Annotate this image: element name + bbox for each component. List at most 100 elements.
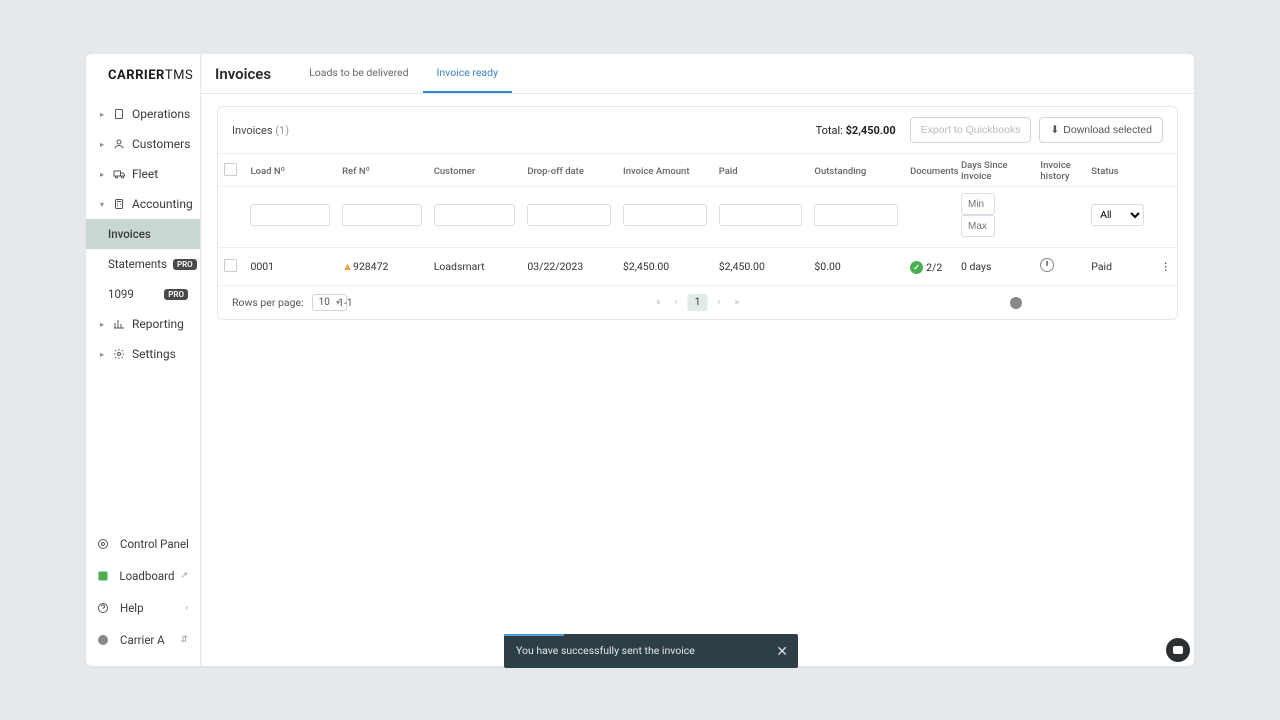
grid-icon xyxy=(96,569,109,583)
account-switcher[interactable]: Carrier A ⇵ xyxy=(86,624,200,656)
col-documents: Documents xyxy=(904,154,955,187)
sidebar-item-customers[interactable]: ▸ Customers xyxy=(86,129,200,159)
pager-current-page: 1 xyxy=(688,294,708,311)
filter-paid-input[interactable] xyxy=(719,204,803,226)
sidebar: CARRIERTMS ▸ Operations ▸ Customers ▸ Fl… xyxy=(86,54,201,666)
download-selected-button[interactable]: ⬇ Download selected xyxy=(1039,117,1163,143)
main-content: Invoices Loads to be delivered Invoice r… xyxy=(201,54,1194,666)
export-quickbooks-button[interactable]: Export to Quickbooks xyxy=(910,117,1032,143)
chevron-right-icon: › xyxy=(185,603,188,613)
cell-paid: $2,450.00 xyxy=(713,248,809,286)
history-icon xyxy=(1040,258,1054,272)
cell-days: 0 days xyxy=(955,248,1034,286)
sidebar-item-operations[interactable]: ▸ Operations xyxy=(86,99,200,129)
clipboard-icon xyxy=(112,107,126,121)
pro-badge: PRO xyxy=(164,289,188,300)
help-icon xyxy=(96,601,110,615)
brand-name: CARRIER xyxy=(108,68,165,83)
sidebar-item-accounting[interactable]: ▾ Accounting xyxy=(86,189,200,219)
rows-per-page-label: Rows per page: xyxy=(232,296,304,309)
filter-customer-input[interactable] xyxy=(434,204,516,226)
loadboard-link[interactable]: Loadboard ↗ xyxy=(86,560,200,592)
tab-loads-to-be-delivered[interactable]: Loads to be delivered xyxy=(295,54,422,93)
panel-title: Invoices (1) xyxy=(232,124,289,137)
external-link-icon: ↗ xyxy=(180,571,188,581)
download-icon: ⬇ xyxy=(1050,124,1059,136)
filter-status-select[interactable]: All xyxy=(1091,204,1144,226)
control-panel-link[interactable]: Control Panel xyxy=(86,528,200,560)
sidebar-label: Operations xyxy=(132,107,190,121)
sliders-icon xyxy=(96,537,110,551)
calculator-icon xyxy=(112,197,126,211)
pager-next-button[interactable]: › xyxy=(713,295,724,310)
chevron-right-icon: ▸ xyxy=(100,320,106,329)
pager-last-button[interactable]: » xyxy=(730,295,743,310)
cell-customer: Loadsmart xyxy=(428,248,522,286)
col-dropoff: Drop-off date xyxy=(521,154,617,187)
filter-dropoff-input[interactable] xyxy=(527,204,611,226)
avatar-icon xyxy=(96,633,110,647)
col-days: Days Since Invoice xyxy=(955,154,1034,187)
row-checkbox[interactable] xyxy=(224,259,237,272)
filter-load-input[interactable] xyxy=(250,204,330,226)
count-text: (1) xyxy=(275,124,289,137)
chevron-right-icon: ▸ xyxy=(100,350,106,359)
toast-message: You have successfully sent the invoice xyxy=(516,644,695,657)
cell-ref: ▲928472 xyxy=(336,248,428,286)
filter-amount-input[interactable] xyxy=(623,204,707,226)
pager-first-button[interactable]: « xyxy=(652,295,665,310)
pagination-range: 1-1 xyxy=(338,296,353,309)
col-load: Load Nº xyxy=(244,154,336,187)
col-customer: Customer xyxy=(428,154,522,187)
sidebar-item-invoices[interactable]: Invoices xyxy=(86,219,200,249)
sidebar-label: Statements xyxy=(108,257,167,271)
warning-icon: ▲ xyxy=(342,260,353,273)
toast-notification: You have successfully sent the invoice ✕ xyxy=(504,634,798,668)
sidebar-label: Invoices xyxy=(108,227,151,241)
brand-suffix: TMS xyxy=(165,68,193,83)
sidebar-label: Carrier A xyxy=(120,633,165,647)
gear-icon xyxy=(112,347,126,361)
col-ref: Ref Nº xyxy=(336,154,428,187)
sidebar-item-reporting[interactable]: ▸ Reporting xyxy=(86,309,200,339)
table-row[interactable]: 0001 ▲928472 Loadsmart 03/22/2023 $2,450… xyxy=(218,248,1177,286)
toast-progress xyxy=(504,634,564,636)
truck-icon xyxy=(112,167,126,181)
invoices-table: Load Nº Ref Nº Customer Drop-off date In… xyxy=(218,153,1177,285)
chevron-right-icon: ▸ xyxy=(100,110,106,119)
filter-days-max-input[interactable] xyxy=(961,215,995,237)
page-header: Invoices Loads to be delivered Invoice r… xyxy=(201,54,1194,94)
invoices-panel: Invoices (1) Total: $2,450.00 Export to … xyxy=(217,106,1178,320)
cell-status: Paid xyxy=(1085,248,1150,286)
cell-amount: $2,450.00 xyxy=(617,248,713,286)
sidebar-label: 1099 xyxy=(108,287,134,301)
sidebar-item-statements[interactable]: Statements PRO xyxy=(86,249,200,279)
select-all-checkbox[interactable] xyxy=(224,163,237,176)
sidebar-item-settings[interactable]: ▸ Settings xyxy=(86,339,200,369)
filter-days-min-input[interactable] xyxy=(961,193,995,215)
help-link[interactable]: Help › xyxy=(86,592,200,624)
filter-outstanding-input[interactable] xyxy=(814,204,898,226)
brand-logo: CARRIERTMS xyxy=(86,54,200,93)
total-amount: Total: $2,450.00 xyxy=(816,124,896,137)
cursor-indicator xyxy=(1010,297,1022,309)
sidebar-label: Accounting xyxy=(132,197,193,211)
cell-documents: 2/2 xyxy=(904,248,955,286)
row-actions-menu[interactable]: ⋮ xyxy=(1150,248,1177,286)
cell-outstanding: $0.00 xyxy=(808,248,904,286)
sidebar-label: Fleet xyxy=(132,167,158,181)
sidebar-item-1099[interactable]: 1099 PRO xyxy=(86,279,200,309)
sidebar-label: Control Panel xyxy=(120,537,189,551)
tab-invoice-ready[interactable]: Invoice ready xyxy=(423,54,513,93)
col-history: Invoice history xyxy=(1034,154,1085,187)
cell-load: 0001 xyxy=(244,248,336,286)
sidebar-item-fleet[interactable]: ▸ Fleet xyxy=(86,159,200,189)
pager-prev-button[interactable]: ‹ xyxy=(671,295,682,310)
col-status: Status xyxy=(1085,154,1150,187)
cell-history[interactable] xyxy=(1034,248,1085,286)
check-circle-icon xyxy=(910,261,923,274)
filter-ref-input[interactable] xyxy=(342,204,422,226)
chat-fab-button[interactable] xyxy=(1166,638,1190,662)
close-icon[interactable]: ✕ xyxy=(776,643,788,661)
sidebar-label: Customers xyxy=(132,137,190,151)
